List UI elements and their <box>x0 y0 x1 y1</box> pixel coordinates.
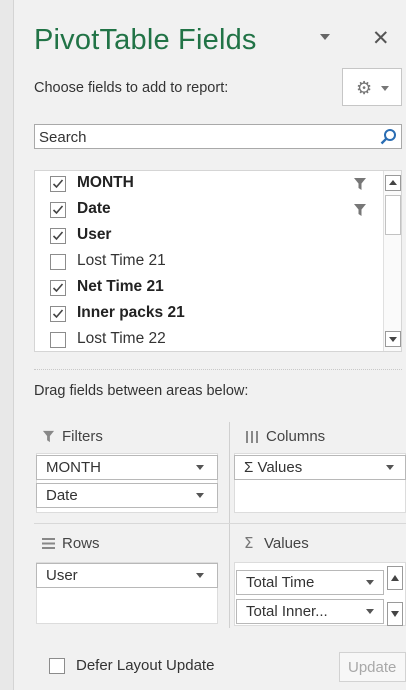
update-label: Update <box>348 659 397 676</box>
funnel-icon <box>42 430 55 443</box>
field-label: Lost Time 22 <box>77 330 166 347</box>
field-label: Lost Time 21 <box>77 252 166 269</box>
field-label: User <box>77 226 112 243</box>
values-area-label: Values <box>264 535 309 552</box>
pill-label: MONTH <box>46 459 101 476</box>
field-label: Inner packs 21 <box>77 304 185 321</box>
chevron-up-icon <box>391 575 399 581</box>
filter-pill-date[interactable]: Date <box>36 483 218 508</box>
field-item-user[interactable]: User <box>35 223 385 249</box>
search-field[interactable] <box>34 124 402 149</box>
values-scrollbar[interactable] <box>385 566 405 628</box>
defer-label: Defer Layout Update <box>76 657 215 674</box>
field-checkbox[interactable] <box>50 176 66 192</box>
field-checkbox[interactable] <box>50 280 66 296</box>
field-item-inner-packs-21[interactable]: Inner packs 21 <box>35 301 385 327</box>
pill-label: Date <box>46 487 78 504</box>
filter-pill-month[interactable]: MONTH <box>36 455 218 480</box>
scroll-down-button[interactable] <box>385 331 401 347</box>
chevron-down-icon <box>381 86 389 91</box>
field-list: MONTH Date User Lost Time 21 Net Time 21… <box>34 170 402 352</box>
update-button[interactable]: Update <box>339 652 406 682</box>
chevron-down-icon <box>391 611 399 617</box>
chevron-down-icon[interactable] <box>385 464 395 472</box>
rows-icon <box>42 538 55 549</box>
columns-area-label: Columns <box>266 428 326 445</box>
field-checkbox[interactable] <box>50 202 66 218</box>
area-divider-vertical <box>229 422 230 628</box>
chevron-down-icon[interactable] <box>195 572 205 580</box>
value-pill-total-inner[interactable]: Total Inner... <box>236 599 384 624</box>
scroll-thumb[interactable] <box>385 195 401 235</box>
chevron-down-icon <box>389 337 397 342</box>
pane-title: PivotTable Fields <box>34 24 257 56</box>
column-pill-values[interactable]: Σ Values <box>234 455 406 480</box>
close-icon[interactable]: ✕ <box>372 28 390 49</box>
field-label: Net Time 21 <box>77 278 164 295</box>
field-checkbox[interactable] <box>50 306 66 322</box>
chevron-down-icon[interactable] <box>195 492 205 500</box>
funnel-icon <box>354 204 366 216</box>
field-checkbox[interactable] <box>50 332 66 348</box>
field-item-date[interactable]: Date <box>35 197 385 223</box>
gear-icon: ⚙ <box>356 78 373 99</box>
chevron-down-icon[interactable] <box>195 464 205 472</box>
field-item-lost-time-21[interactable]: Lost Time 21 <box>35 249 385 275</box>
scroll-down-button[interactable] <box>387 602 403 626</box>
sigma-icon: Σ <box>244 534 254 552</box>
rows-area-label: Rows <box>62 535 100 552</box>
choose-fields-label: Choose fields to add to report: <box>34 80 229 96</box>
chevron-down-icon[interactable] <box>365 579 375 587</box>
field-item-lost-time-22[interactable]: Lost Time 22 <box>35 327 385 351</box>
magnifier-icon[interactable] <box>380 128 397 145</box>
scroll-up-button[interactable] <box>387 566 403 590</box>
field-list-scrollbar[interactable] <box>383 171 401 351</box>
tools-button[interactable]: ⚙ <box>342 68 402 106</box>
pill-label: Σ Values <box>244 459 303 476</box>
value-pill-total-time[interactable]: Total Time <box>236 570 384 595</box>
funnel-icon <box>354 178 366 190</box>
pill-label: Total Inner... <box>246 603 328 620</box>
pill-label: Total Time <box>246 574 315 591</box>
filters-area-label: Filters <box>62 428 103 445</box>
field-item-net-time-21[interactable]: Net Time 21 <box>35 275 385 301</box>
chevron-down-icon[interactable] <box>365 608 375 616</box>
pane-options-dropdown-icon[interactable] <box>318 30 332 44</box>
search-input[interactable] <box>39 127 359 147</box>
chevron-up-icon <box>389 180 397 185</box>
defer-checkbox[interactable] <box>49 658 65 674</box>
row-pill-user[interactable]: User <box>36 563 218 588</box>
columns-icon <box>246 431 258 443</box>
area-divider-horizontal <box>34 523 406 524</box>
scroll-up-button[interactable] <box>385 175 401 191</box>
field-label: Date <box>77 200 111 217</box>
field-checkbox[interactable] <box>50 254 66 270</box>
drag-fields-label: Drag fields between areas below: <box>34 383 249 399</box>
pill-label: User <box>46 567 78 584</box>
field-label: MONTH <box>77 174 134 191</box>
divider <box>34 369 402 370</box>
pivottable-fields-pane: PivotTable Fields ✕ Choose fields to add… <box>13 0 406 690</box>
field-checkbox[interactable] <box>50 228 66 244</box>
field-item-month[interactable]: MONTH <box>35 171 385 197</box>
defer-layout-update[interactable]: Defer Layout Update <box>34 655 284 679</box>
